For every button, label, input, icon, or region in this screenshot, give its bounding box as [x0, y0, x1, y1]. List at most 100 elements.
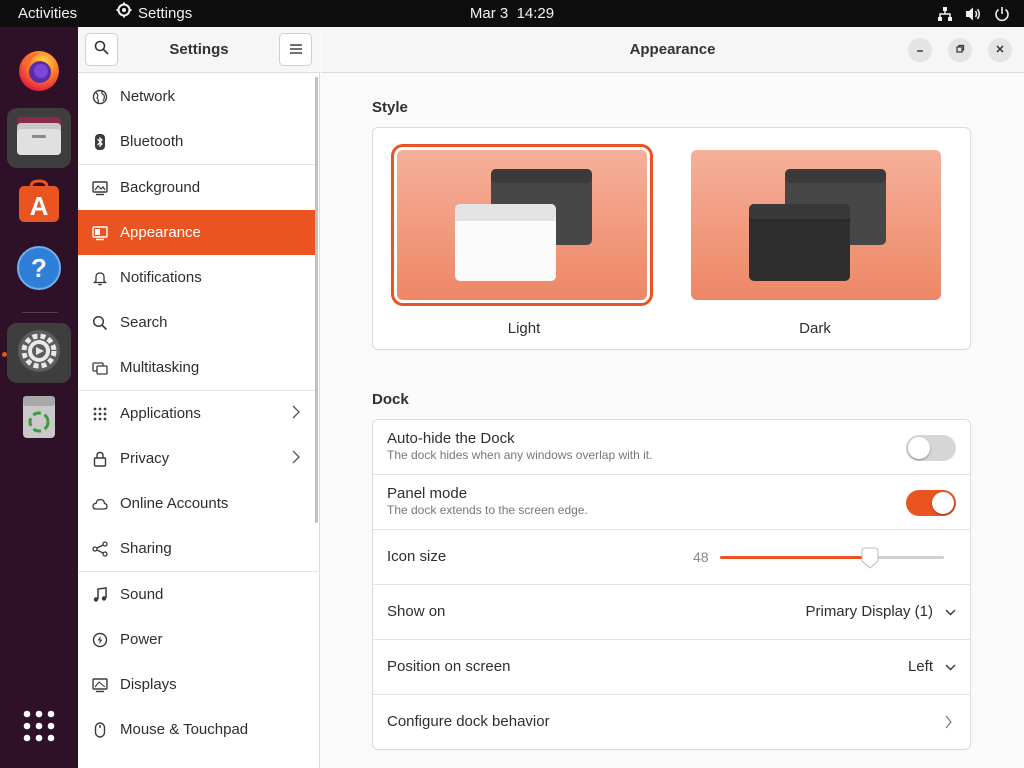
sidebar-item-sharing[interactable]: Sharing	[78, 526, 318, 571]
sidebar-item-appearance[interactable]: Appearance	[78, 210, 318, 255]
dock-firefox[interactable]	[7, 42, 71, 102]
panel-mode-title: Panel mode	[387, 485, 468, 502]
chevron-right-icon	[945, 715, 952, 734]
restore-icon	[955, 41, 965, 59]
configure-dock-row[interactable]: Configure dock behavior	[373, 695, 970, 750]
show-on-value: Primary Display (1)	[805, 603, 933, 620]
dark-theme-illustration	[749, 169, 886, 281]
sidebar-item-notifications[interactable]: Notifications	[78, 255, 318, 300]
app-grid-icon	[22, 709, 56, 748]
position-dropdown[interactable]: Left	[908, 658, 956, 675]
theme-light-option[interactable]: Light	[389, 128, 659, 351]
chevron-down-icon	[945, 603, 956, 620]
configure-dock-title: Configure dock behavior	[387, 713, 550, 730]
sidebar-item-online-accounts[interactable]: Online Accounts	[78, 481, 318, 526]
theme-dark-option[interactable]: Dark	[680, 128, 950, 351]
sidebar-item-mouse-touchpad[interactable]: Mouse & Touchpad	[78, 707, 318, 752]
mouse-icon	[92, 721, 108, 738]
sidebar-item-bluetooth[interactable]: Bluetooth	[78, 119, 318, 164]
icon-size-title: Icon size	[387, 548, 447, 565]
volume-icon	[965, 6, 982, 22]
dock-trash[interactable]	[7, 389, 71, 449]
sidebar-item-displays[interactable]: Displays	[78, 662, 318, 707]
sidebar-item-label: Displays	[120, 676, 177, 693]
dock-help[interactable]: ?	[7, 240, 71, 300]
show-on-dropdown[interactable]: Primary Display (1)	[805, 603, 956, 620]
sidebar-scrollbar[interactable]	[315, 77, 318, 523]
sidebar-item-applications[interactable]: Applications	[78, 391, 318, 436]
minimize-button[interactable]	[908, 38, 932, 62]
dark-theme-preview	[691, 150, 941, 300]
show-on-title: Show on	[387, 603, 446, 620]
maximize-button[interactable]	[948, 38, 972, 62]
clock-button[interactable]: Mar 3 14:29	[470, 5, 554, 22]
dock-settings-card: Auto-hide the Dock The dock hides when a…	[372, 419, 971, 750]
appearance-icon	[92, 225, 108, 241]
sidebar-item-label: Sound	[120, 586, 164, 603]
app-menu-button[interactable]: Settings	[116, 0, 192, 27]
autohide-title: Auto-hide the Dock	[387, 430, 515, 447]
dock-separator	[22, 312, 58, 313]
autohide-subtitle: The dock hides when any windows overlap …	[387, 448, 653, 462]
autohide-toggle[interactable]	[906, 435, 956, 461]
icon-size-slider[interactable]	[720, 547, 944, 569]
system-tray[interactable]	[937, 0, 1010, 27]
sidebar-item-multitasking[interactable]: Multitasking	[78, 345, 318, 390]
main-menu-button[interactable]	[279, 33, 312, 66]
sidebar-item-privacy[interactable]: Privacy	[78, 436, 318, 481]
sidebar-item-label: Background	[120, 179, 201, 196]
sidebar-item-label: Sharing	[120, 540, 172, 557]
sidebar-item-label: Mouse & Touchpad	[120, 721, 249, 738]
search-button[interactable]	[85, 33, 118, 66]
activities-button[interactable]: Activities	[18, 0, 77, 27]
chevron-down-icon	[945, 658, 956, 675]
dock: A ?	[0, 27, 78, 768]
power-icon	[994, 6, 1010, 22]
position-row[interactable]: Position on screen Left	[373, 640, 970, 695]
sidebar-item-power[interactable]: Power	[78, 617, 318, 662]
dock-show-applications[interactable]	[7, 698, 71, 758]
globe-icon	[92, 89, 108, 105]
style-heading: Style	[372, 99, 408, 116]
music-note-icon	[92, 586, 108, 603]
minimize-icon	[915, 41, 925, 59]
background-icon	[92, 180, 108, 196]
search-icon	[94, 40, 109, 60]
sidebar-header: Settings	[78, 27, 320, 73]
autohide-row[interactable]: Auto-hide the Dock The dock hides when a…	[373, 420, 970, 475]
dock-settings[interactable]	[7, 323, 71, 383]
power-icon	[92, 632, 108, 648]
chevron-right-icon	[292, 405, 300, 423]
svg-text:A: A	[30, 191, 49, 221]
close-icon	[995, 41, 1005, 59]
sidebar-item-network[interactable]: Network	[78, 74, 318, 119]
show-on-row[interactable]: Show on Primary Display (1)	[373, 585, 970, 640]
bluetooth-icon	[92, 133, 108, 150]
top-bar: Activities Settings Mar 3 14:29	[0, 0, 1024, 27]
sidebar-item-search[interactable]: Search	[78, 300, 318, 345]
panel-mode-row[interactable]: Panel mode The dock extends to the scree…	[373, 475, 970, 530]
sidebar-item-label: Multitasking	[120, 359, 200, 376]
dock-ubuntu-software[interactable]: A	[7, 174, 71, 234]
multitasking-icon	[92, 360, 108, 376]
slider-handle[interactable]	[860, 547, 880, 569]
sidebar-item-label: Power	[120, 631, 163, 648]
toggle-knob	[908, 437, 930, 459]
software-icon: A	[16, 178, 62, 230]
share-icon	[92, 540, 108, 557]
svg-text:?: ?	[31, 253, 47, 283]
sidebar-item-label: Privacy	[120, 450, 170, 467]
dock-files[interactable]	[7, 108, 71, 168]
panel-mode-toggle[interactable]	[906, 490, 956, 516]
sidebar-item-sound[interactable]: Sound	[78, 572, 318, 617]
style-card: Light Dark	[372, 127, 971, 350]
main-header: Appearance	[321, 27, 1024, 73]
cloud-icon	[92, 496, 108, 512]
sidebar: Settings Network Bluetooth Background Ap…	[78, 27, 320, 768]
position-value: Left	[907, 658, 933, 675]
close-button[interactable]	[988, 38, 1012, 62]
sidebar-item-label: Online Accounts	[120, 495, 229, 512]
sidebar-item-label: Notifications	[120, 269, 202, 286]
sidebar-item-background[interactable]: Background	[78, 165, 318, 210]
sidebar-item-label: Network	[120, 88, 176, 105]
